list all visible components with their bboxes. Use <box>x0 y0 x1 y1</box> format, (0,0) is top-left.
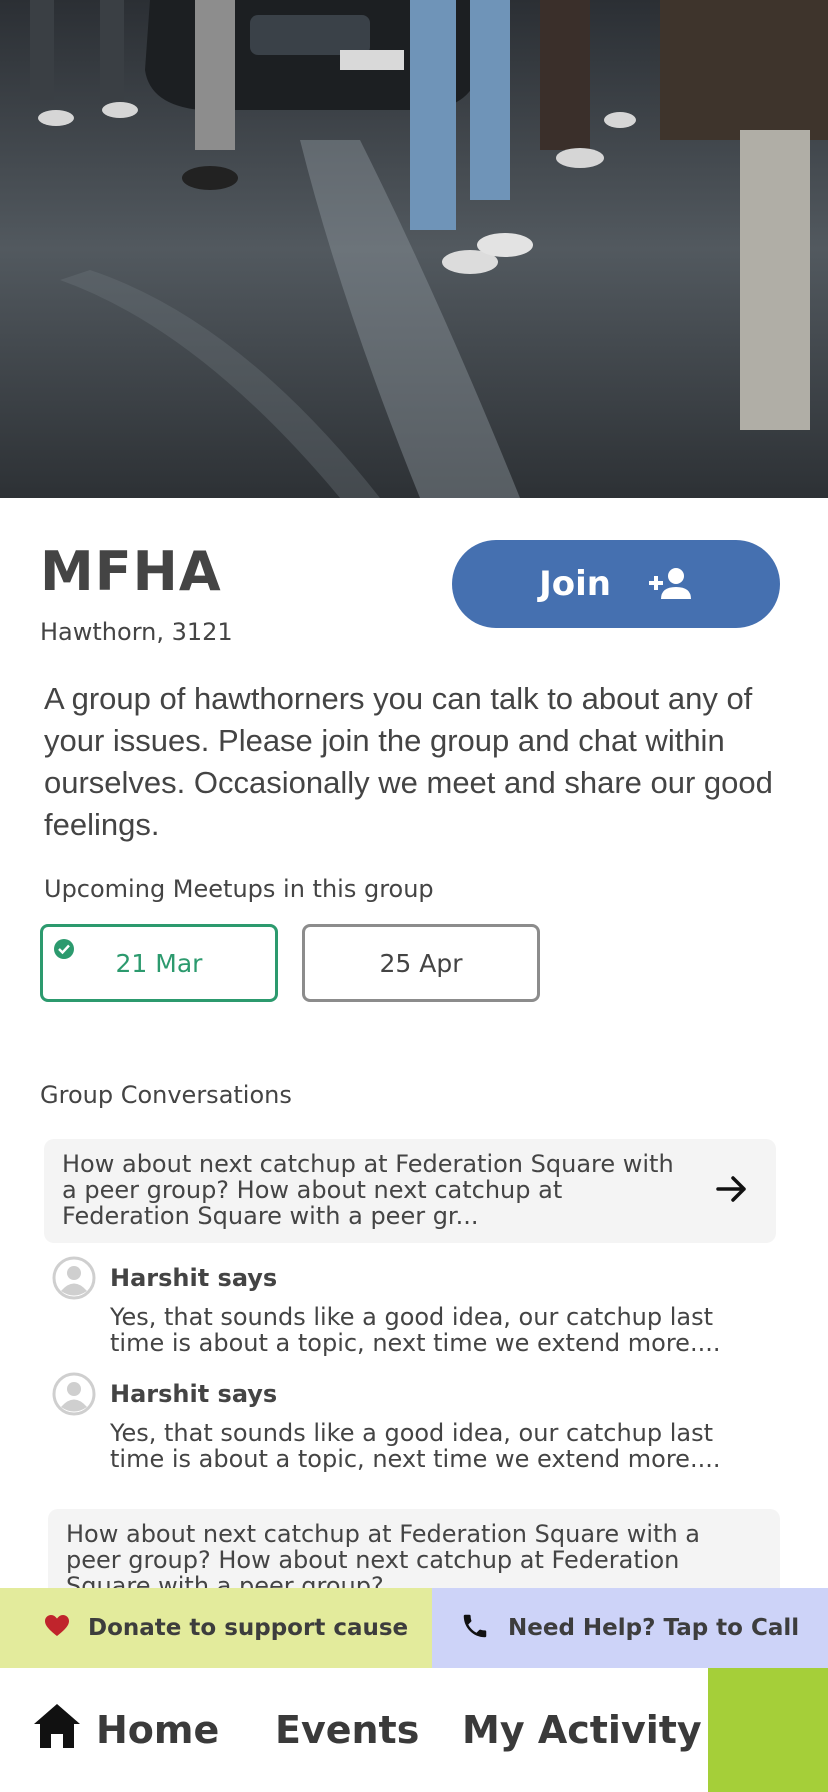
meetup-date-chip[interactable]: 21 Mar <box>40 924 278 1002</box>
conversation-card[interactable]: How about next catchup at Federation Squ… <box>44 1139 776 1243</box>
nav-events[interactable]: Events <box>275 1668 419 1792</box>
bottom-navigation: Home Events My Activity <box>0 1668 828 1792</box>
nav-accent-block <box>708 1668 828 1792</box>
meetups-heading: Upcoming Meetups in this group <box>44 875 434 903</box>
heart-icon <box>44 1614 70 1643</box>
conversations-heading: Group Conversations <box>40 1081 292 1109</box>
conversation-text: How about next catchup at Federation Squ… <box>62 1150 674 1230</box>
nav-events-label: Events <box>275 1708 420 1752</box>
meetup-date-label: 21 Mar <box>115 948 203 978</box>
donate-button[interactable]: Donate to support cause <box>0 1588 432 1668</box>
nav-home-label: Home <box>96 1708 220 1752</box>
arrow-right-icon[interactable] <box>716 1175 748 1208</box>
hero-image <box>0 0 828 498</box>
call-help-button[interactable]: Need Help? Tap to Call <box>432 1588 828 1668</box>
add-person-icon <box>647 567 693 601</box>
phone-icon <box>460 1611 490 1646</box>
group-description: A group of hawthorners you can talk to a… <box>44 681 773 842</box>
group-location: Hawthorn, 3121 <box>40 618 233 646</box>
donate-label: Donate to support cause <box>88 1615 409 1641</box>
help-label: Need Help? Tap to Call <box>508 1615 800 1641</box>
reply-text: Yes, that sounds like a good idea, our c… <box>110 1419 721 1473</box>
join-button[interactable]: Join <box>452 540 780 628</box>
reply-author: Harshit says <box>110 1264 278 1292</box>
join-button-label: Join <box>539 564 611 604</box>
avatar-icon <box>52 1372 96 1416</box>
group-title: MFHA <box>40 540 222 603</box>
meetup-date-chip[interactable]: 25 Apr <box>302 924 540 1002</box>
reply-text: Yes, that sounds like a good idea, our c… <box>110 1303 721 1357</box>
meetup-date-label: 25 Apr <box>379 948 463 978</box>
hero-photo-illustration <box>0 0 828 498</box>
nav-my-activity[interactable]: My Activity <box>462 1668 702 1792</box>
nav-activity-label: My Activity <box>462 1708 702 1752</box>
check-circle-icon <box>53 937 75 966</box>
nav-home[interactable]: Home <box>32 1668 219 1792</box>
avatar-icon <box>52 1256 96 1300</box>
reply-author: Harshit says <box>110 1380 278 1408</box>
home-icon <box>32 1702 82 1759</box>
